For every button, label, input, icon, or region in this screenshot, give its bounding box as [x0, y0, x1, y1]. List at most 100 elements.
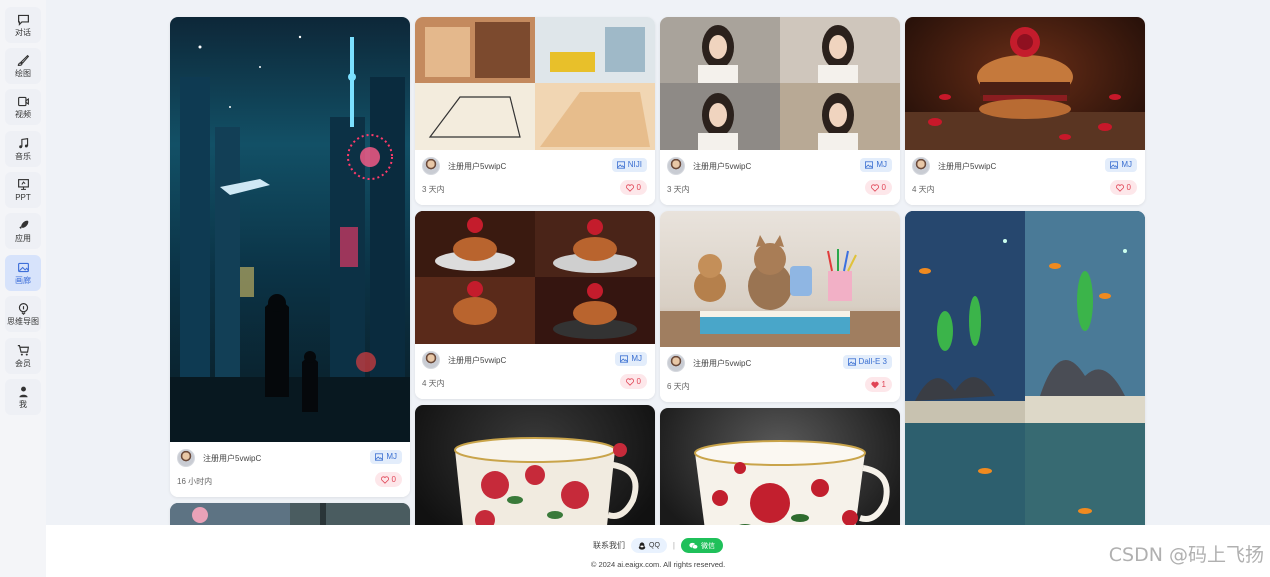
cyberpunk-city-image — [170, 35, 410, 442]
sidebar-item-video[interactable]: 视频 — [5, 89, 41, 125]
gallery-image[interactable] — [415, 17, 655, 150]
username: 注册用户5vwipC — [693, 359, 752, 368]
like-count: 1 — [881, 380, 886, 389]
card-meta: 注册用户5vwipC MJ 3 天内 0 — [660, 150, 900, 205]
card-meta: 注册用户5vwipC MJ 16 小时内 0 — [170, 442, 410, 497]
rocket-icon — [17, 219, 30, 232]
like-count: 0 — [1126, 183, 1131, 192]
sidebar-item-gallery[interactable]: 画廊 — [5, 255, 41, 291]
music-icon — [17, 137, 30, 150]
avatar — [667, 354, 685, 372]
avatar — [912, 157, 930, 175]
like-button[interactable]: 0 — [619, 374, 647, 389]
sidebar-item-label: 应用 — [15, 233, 31, 243]
model-badge: MJ — [370, 450, 402, 464]
gallery-image[interactable] — [170, 503, 410, 525]
heart-filled-icon — [870, 381, 879, 388]
model-badge: MJ — [615, 352, 647, 366]
gallery-card[interactable] — [415, 405, 655, 525]
model-label: MJ — [631, 354, 642, 363]
wechat-icon — [689, 542, 698, 549]
presentation-icon — [17, 178, 30, 191]
like-button[interactable]: 0 — [1109, 180, 1137, 195]
wechat-button[interactable]: 微信 — [680, 538, 723, 553]
qq-label: QQ — [649, 542, 660, 549]
aquarium-image — [905, 211, 1145, 525]
qq-button[interactable]: QQ — [631, 538, 667, 553]
gallery-image[interactable] — [415, 211, 655, 344]
gallery-image[interactable] — [905, 211, 1145, 525]
gallery-image[interactable] — [905, 17, 1145, 150]
chat-icon — [17, 13, 30, 26]
gallery-card[interactable]: 注册用户5vwipC MJ 4 天内 0 — [415, 211, 655, 399]
heart-icon — [380, 475, 389, 484]
rose-burger-image — [905, 27, 1145, 150]
model-label: MJ — [386, 452, 397, 461]
gallery-image[interactable] — [660, 17, 900, 150]
gallery-card[interactable]: 注册用户5vwipC NIJI 3 天内 0 — [415, 17, 655, 205]
gallery-image[interactable] — [415, 405, 655, 525]
app-root: 对话 绘图 视频 音乐 PPT 应用 画廊 思维导图 会员 我 注册用户5vwi… — [0, 0, 1270, 577]
video-icon — [17, 95, 30, 108]
gallery-image[interactable] — [660, 211, 900, 347]
gallery-card[interactable] — [170, 503, 410, 525]
image-icon — [616, 161, 625, 169]
brush-icon — [17, 54, 30, 67]
gallery-card[interactable]: 注册用户5vwipC MJ 16 小时内 0 — [170, 17, 410, 497]
card-meta: 注册用户5vwipC Dall-E 3 6 天内 1 — [660, 347, 900, 402]
sidebar-item-label: 思维导图 — [7, 316, 39, 326]
sidebar-item-chat[interactable]: 对话 — [5, 7, 41, 43]
username: 注册用户5vwipC — [448, 162, 507, 171]
sidebar-item-apps[interactable]: 应用 — [5, 213, 41, 249]
card-meta: 注册用户5vwipC NIJI 3 天内 0 — [415, 150, 655, 205]
contact-label: 联系我们 — [593, 541, 626, 550]
gallery-card[interactable]: 注册用户5vwipC Dall-E 3 6 天内 1 — [660, 211, 900, 402]
timestamp: 3 天内 — [667, 185, 690, 194]
like-count: 0 — [881, 183, 886, 192]
footer: 联系我们 QQ | 微信 © 2024 ai.eaigx.com. All ri… — [46, 525, 1270, 577]
heart-icon — [625, 377, 634, 386]
sidebar-item-mindmap[interactable]: 思维导图 — [5, 296, 41, 332]
sidebar-item-label: 对话 — [15, 27, 31, 37]
like-button[interactable]: 1 — [864, 377, 892, 392]
contact-row: 联系我们 QQ | 微信 — [46, 538, 1270, 553]
gallery-image[interactable] — [660, 408, 900, 525]
image-icon — [865, 161, 874, 169]
copyright: © 2024 ai.eaigx.com. All rights reserved… — [590, 560, 726, 569]
watermark: CSDN @码上飞扬 — [1108, 544, 1264, 566]
avatar — [422, 351, 440, 369]
model-label: Dall-E 3 — [858, 357, 887, 366]
model-badge: NIJI — [611, 158, 647, 172]
avatar — [667, 157, 685, 175]
gallery-card[interactable] — [660, 408, 900, 525]
rose-teacup-image — [694, 440, 890, 525]
gallery-card[interactable]: 注册用户5vwipC MJ 4 天内 0 — [905, 17, 1145, 205]
sidebar-item-music[interactable]: 音乐 — [5, 131, 41, 167]
user-icon — [17, 385, 30, 398]
model-badge: Dall-E 3 — [842, 355, 892, 369]
cart-icon — [17, 344, 30, 357]
heart-icon — [1115, 183, 1124, 192]
timestamp: 4 天内 — [912, 185, 935, 194]
gallery-card[interactable]: 注册用户5vwipC MJ 3 天内 0 — [660, 17, 900, 205]
like-count: 0 — [636, 377, 641, 386]
like-button[interactable]: 0 — [374, 472, 402, 487]
model-label: MJ — [876, 160, 887, 169]
model-label: NIJI — [627, 160, 642, 169]
sidebar-item-draw[interactable]: 绘图 — [5, 48, 41, 84]
portrait-grid-image — [660, 17, 900, 150]
like-button[interactable]: 0 — [864, 180, 892, 195]
like-button[interactable]: 0 — [619, 180, 647, 195]
image-icon — [847, 358, 856, 366]
sidebar-item-ppt[interactable]: PPT — [5, 172, 41, 208]
timestamp: 4 天内 — [422, 379, 445, 388]
gallery-image[interactable] — [170, 17, 410, 442]
gallery-card[interactable] — [905, 211, 1145, 525]
sidebar: 对话 绘图 视频 音乐 PPT 应用 画廊 思维导图 会员 我 — [0, 0, 46, 577]
sidebar-item-membership[interactable]: 会员 — [5, 338, 41, 374]
sidebar-item-me[interactable]: 我 — [5, 379, 41, 415]
username: 注册用户5vwipC — [448, 356, 507, 365]
card-meta: 注册用户5vwipC MJ 4 天内 0 — [905, 150, 1145, 205]
qq-icon — [638, 541, 646, 550]
sidebar-item-label: PPT — [15, 192, 31, 202]
